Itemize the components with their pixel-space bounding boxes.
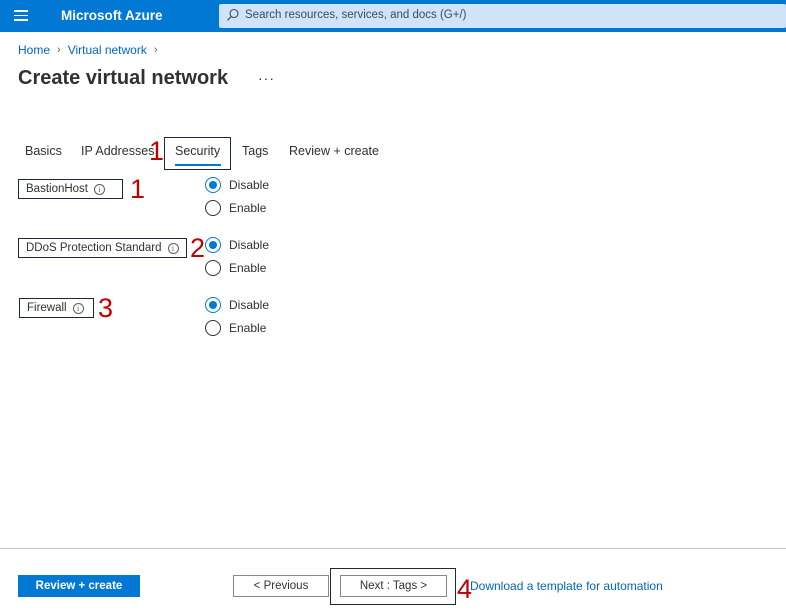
- tab-review-create[interactable]: Review + create: [289, 144, 379, 158]
- radio-label: Disable: [229, 298, 270, 312]
- download-template-link[interactable]: Download a template for automation: [470, 579, 663, 593]
- next-tags-button[interactable]: Next : Tags >: [340, 575, 447, 597]
- search-icon: [227, 8, 239, 21]
- more-options-button[interactable]: ···: [258, 70, 275, 86]
- search-input[interactable]: Search resources, services, and docs (G+…: [219, 4, 786, 28]
- chevron-right-icon: ›: [153, 44, 158, 56]
- radio-label: Enable: [229, 261, 267, 275]
- info-icon[interactable]: i: [167, 243, 179, 254]
- tab-basics[interactable]: Basics: [25, 144, 62, 158]
- breadcrumb-home[interactable]: Home: [18, 43, 50, 57]
- tab-ip-addresses[interactable]: IP Addresses: [81, 144, 154, 158]
- radio-button[interactable]: [205, 320, 221, 336]
- radio-bastionhost-enable[interactable]: Enable: [205, 200, 266, 216]
- radio-ddos-enable[interactable]: Enable: [205, 260, 266, 276]
- active-tab-indicator: [175, 164, 221, 166]
- radio-bastionhost-disable[interactable]: Disable: [205, 177, 269, 193]
- page-title: Create virtual network: [18, 67, 229, 89]
- radio-ddos-disable[interactable]: Disable: [205, 237, 269, 253]
- radio-label: Disable: [229, 238, 270, 252]
- info-icon[interactable]: i: [72, 303, 84, 314]
- tab-tags[interactable]: Tags: [242, 144, 268, 158]
- field-label-text: DDoS Protection Standard: [26, 242, 162, 254]
- radio-firewall-enable[interactable]: Enable: [205, 320, 266, 336]
- radio-button[interactable]: [205, 260, 221, 276]
- radio-button[interactable]: [205, 297, 221, 313]
- radio-label: Enable: [229, 201, 267, 215]
- previous-button[interactable]: < Previous: [233, 575, 329, 597]
- chevron-right-icon: ›: [57, 44, 61, 56]
- breadcrumb: Home › Virtual network ›: [18, 43, 165, 57]
- radio-button[interactable]: [205, 237, 221, 253]
- annotation-number: 3: [98, 293, 114, 323]
- annotation-number: 1: [130, 174, 146, 204]
- footer-divider: [0, 548, 786, 549]
- field-label-text: BastionHost: [26, 183, 89, 195]
- brand-title[interactable]: Microsoft Azure: [61, 8, 163, 23]
- menu-icon[interactable]: [14, 10, 28, 22]
- tab-security[interactable]: Security: [175, 144, 220, 158]
- field-label-firewall: Firewall i: [19, 298, 94, 318]
- radio-firewall-disable[interactable]: Disable: [205, 297, 269, 313]
- radio-label: Disable: [229, 178, 270, 192]
- annotation-number: 2: [190, 233, 206, 263]
- field-label-ddos-protection: DDoS Protection Standard i: [18, 238, 187, 258]
- radio-button[interactable]: [205, 177, 221, 193]
- field-label-bastionhost: BastionHost i: [18, 179, 123, 199]
- field-label-text: Firewall: [27, 302, 67, 314]
- breadcrumb-virtual-network[interactable]: Virtual network: [68, 43, 147, 57]
- radio-button[interactable]: [205, 200, 221, 216]
- radio-label: Enable: [229, 321, 267, 335]
- search-placeholder: Search resources, services, and docs (G+…: [245, 9, 467, 21]
- info-icon[interactable]: i: [94, 184, 106, 195]
- top-bar: Microsoft Azure Search resources, servic…: [0, 0, 786, 32]
- annotation-number: 1: [149, 136, 165, 166]
- review-create-button[interactable]: Review + create: [18, 575, 140, 597]
